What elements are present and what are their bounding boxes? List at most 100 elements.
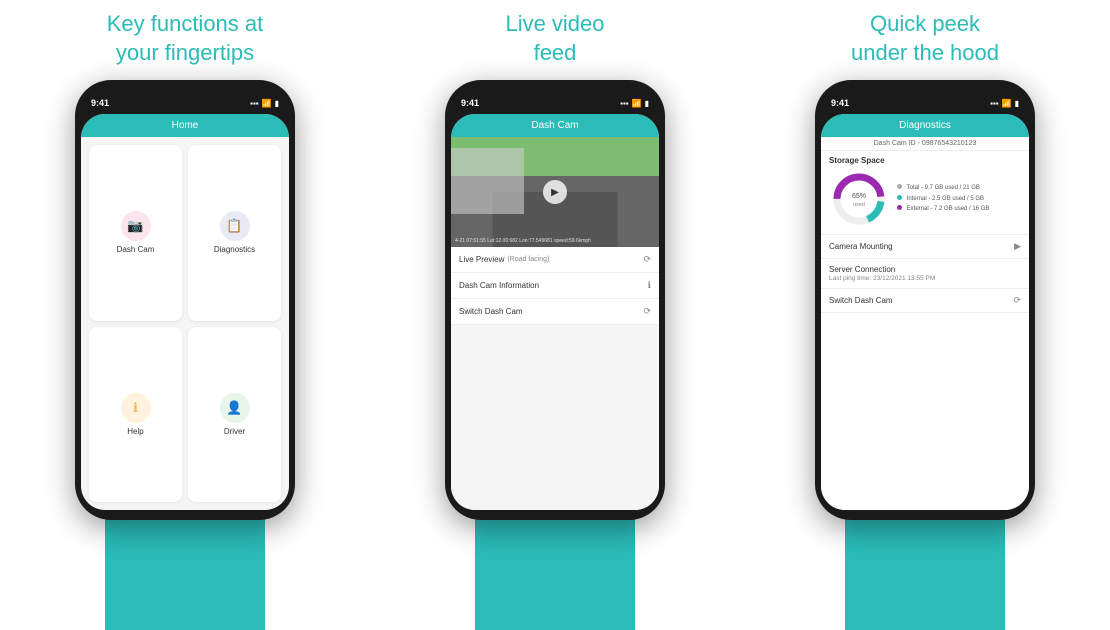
donut-svg: 65% used [829, 169, 889, 229]
legend-total: Total - 9.7 GB used / 21 GB [897, 183, 989, 194]
battery-icon-3: ▮ [1015, 99, 1019, 108]
camera-mounting-row[interactable]: Camera Mounting ▶ [821, 235, 1029, 259]
phone-1: 9:41 ▪▪▪ 📶 ▮ Home 📷 Dash Cam [75, 80, 295, 520]
video-bg: ▶ 4-21 07:51:55 Lat:12.00:682 Lon:77.549… [451, 137, 659, 247]
video-play-btn[interactable]: ▶ [543, 180, 567, 204]
camera-mounting-icon: ▶ [1014, 241, 1021, 252]
switch-dashcam-icon: ⟳ [1013, 295, 1021, 306]
wall [451, 148, 524, 214]
switch-dashcam-row[interactable]: Switch Dash Cam ⟳ [821, 289, 1029, 313]
menu-item-live-preview-content: Live Preview (Road facing) [459, 255, 549, 264]
live-preview-label: Live Preview [459, 255, 504, 264]
signal-icon-2: ▪▪▪ [620, 99, 629, 108]
phone3-time: 9:41 [831, 98, 849, 108]
wifi-icon-3: 📶 [1002, 99, 1012, 108]
phone2-time: 9:41 [461, 98, 479, 108]
diagnostics-icon: 📋 [226, 218, 242, 234]
column-video: Live video feed 9:41 ▪▪▪ 📶 ▮ Dash Cam [370, 0, 740, 630]
tile-dashcam[interactable]: 📷 Dash Cam [89, 145, 182, 321]
server-title: Server Connection [829, 265, 935, 274]
dashcam-icon-bg: 📷 [121, 211, 151, 241]
storage-section: Storage Space [821, 151, 1029, 235]
phone1-icons: ▪▪▪ 📶 ▮ [250, 99, 279, 108]
phone1-notch [155, 80, 215, 94]
legend-external-text: External - 7.2 GB used / 16 GB [907, 206, 990, 212]
server-sub: Last ping time: 23/12/2021 13:55 PM [829, 275, 935, 282]
storage-title: Storage Space [829, 156, 1021, 165]
phone3-icons: ▪▪▪ 📶 ▮ [990, 99, 1019, 108]
col3-line2: under the hood [851, 40, 999, 65]
wifi-icon-2: 📶 [632, 99, 642, 108]
signal-icon: ▪▪▪ [250, 99, 259, 108]
legend-dot-internal [897, 195, 902, 200]
camera-mounting-title: Camera Mounting [829, 242, 893, 251]
page-wrapper: Key functions at your fingertips 9:41 ▪▪… [0, 0, 1110, 630]
tile-driver-label: Driver [224, 427, 245, 436]
legend-internal-text: Internal - 2.5 GB used / 5 GB [907, 196, 984, 202]
signal-icon-3: ▪▪▪ [990, 99, 999, 108]
tile-diagnostics-label: Diagnostics [214, 245, 255, 254]
tile-driver[interactable]: 👤 Driver [188, 327, 281, 503]
tile-diagnostics[interactable]: 📋 Diagnostics [188, 145, 281, 321]
live-preview-sub: (Road facing) [507, 256, 549, 263]
dashcam-screen: ▶ 4-21 07:51:55 Lat:12.00:682 Lon:77.549… [451, 137, 659, 510]
driver-icon-bg: 👤 [220, 393, 250, 423]
tile-help[interactable]: ℹ Help [89, 327, 182, 503]
storage-legend: Total - 9.7 GB used / 21 GB Internal - 2… [897, 183, 989, 215]
tile-dashcam-label: Dash Cam [117, 245, 155, 254]
phone3-screen: Diagnostics Dash Cam ID - 09876543210123… [821, 114, 1029, 510]
col2-line2: feed [534, 40, 577, 65]
phone-2: 9:41 ▪▪▪ 📶 ▮ Dash Cam [445, 80, 665, 520]
phone2-header: Dash Cam [451, 114, 659, 137]
battery-icon-2: ▮ [645, 99, 649, 108]
tile-help-label: Help [127, 427, 143, 436]
dashcam-id: Dash Cam ID - 09876543210123 [821, 137, 1029, 151]
legend-total-text: Total - 9.7 GB used / 21 GB [907, 185, 980, 191]
phone1-screen: Home 📷 Dash Cam 📋 Diagnostics [81, 114, 289, 510]
phone1-top-bar: 9:41 ▪▪▪ 📶 ▮ [81, 92, 289, 114]
menu-item-switch[interactable]: Switch Dash Cam ⟳ [451, 299, 659, 325]
donut-label: 65% [852, 193, 866, 200]
menu-item-dashcam-info[interactable]: Dash Cam Information ℹ [451, 273, 659, 299]
video-overlay-text: 4-21 07:51:55 Lat:12.00:682 Lon:77.54968… [455, 238, 591, 244]
diagnostics-icon-bg: 📋 [220, 211, 250, 241]
video-preview[interactable]: ▶ 4-21 07:51:55 Lat:12.00:682 Lon:77.549… [451, 137, 659, 247]
col1-line2: your fingertips [116, 40, 254, 65]
legend-dot-total [897, 184, 902, 189]
phone2-top-bar: 9:41 ▪▪▪ 📶 ▮ [451, 92, 659, 114]
phone1-header: Home [81, 114, 289, 137]
switch-label: Switch Dash Cam [459, 307, 523, 316]
phone1-time: 9:41 [91, 98, 109, 108]
phone3-top-bar: 9:41 ▪▪▪ 📶 ▮ [821, 92, 1029, 114]
col3-title: Quick peek under the hood [851, 0, 999, 70]
phone3-notch [895, 80, 955, 94]
col2-title: Live video feed [505, 0, 604, 70]
col3-line1: Quick peek [870, 11, 980, 36]
phone3-header: Diagnostics [821, 114, 1029, 137]
dashcam-icon: 📷 [127, 218, 143, 234]
live-preview-icon: ⟳ [643, 254, 651, 265]
phone2-notch [525, 80, 585, 94]
menu-item-live-preview[interactable]: Live Preview (Road facing) ⟳ [451, 247, 659, 273]
column-diagnostics: Quick peek under the hood 9:41 ▪▪▪ 📶 ▮ D… [740, 0, 1110, 630]
home-grid: 📷 Dash Cam 📋 Diagnostics ℹ [81, 137, 289, 510]
col1-line1: Key functions at [107, 11, 264, 36]
phone2-screen: Dash Cam [451, 114, 659, 510]
col2-line1: Live video [505, 11, 604, 36]
column-functions: Key functions at your fingertips 9:41 ▪▪… [0, 0, 370, 630]
donut-container: 65% used [829, 169, 889, 229]
legend-dot-external [897, 205, 902, 210]
col1-title: Key functions at your fingertips [107, 0, 264, 70]
storage-area: 65% used Total - 9.7 GB used / 21 GB [829, 169, 1021, 229]
help-icon: ℹ [133, 400, 138, 416]
switch-icon: ⟳ [643, 306, 651, 317]
server-info: Server Connection Last ping time: 23/12/… [829, 265, 935, 282]
dashcam-menu: Live Preview (Road facing) ⟳ Dash Cam In… [451, 247, 659, 510]
svg-text:used: used [853, 202, 865, 208]
phone-3: 9:41 ▪▪▪ 📶 ▮ Diagnostics Dash Cam ID - 0… [815, 80, 1035, 520]
legend-external: External - 7.2 GB used / 16 GB [897, 204, 989, 215]
legend-internal: Internal - 2.5 GB used / 5 GB [897, 194, 989, 205]
diag-screen: Dash Cam ID - 09876543210123 Storage Spa… [821, 137, 1029, 510]
battery-icon: ▮ [275, 99, 279, 108]
phone2-icons: ▪▪▪ 📶 ▮ [620, 99, 649, 108]
